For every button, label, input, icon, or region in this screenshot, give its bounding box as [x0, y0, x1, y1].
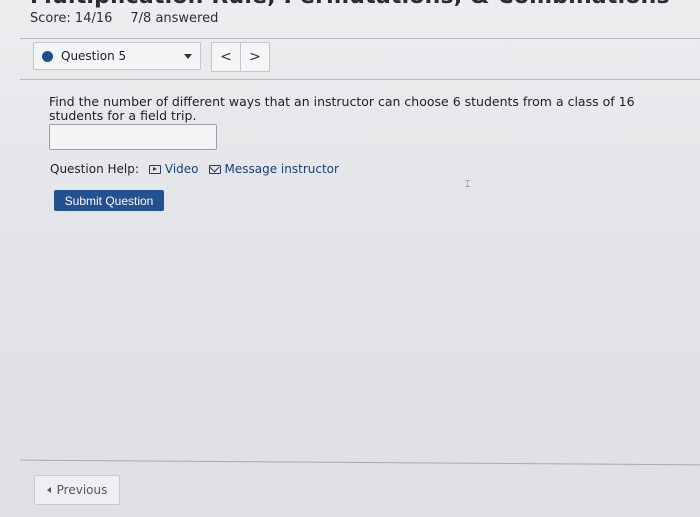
question-help-label: Question Help:	[50, 162, 139, 176]
video-link[interactable]: Video	[148, 162, 199, 176]
divider-question	[20, 79, 700, 80]
assignment-title: Multiplication Rule, Permutations, & Com…	[30, 0, 670, 9]
question-selector-label: Question 5	[61, 49, 127, 63]
caret-down-icon	[184, 54, 192, 59]
score-text: Score: 14/16	[30, 11, 113, 26]
divider-bottom	[20, 459, 700, 466]
message-instructor-link[interactable]: Message instructor	[208, 162, 339, 176]
question-help-row: Question Help: Video Message instructor	[50, 162, 349, 176]
question-nav-group: < >	[211, 42, 270, 72]
arrow-left-icon	[46, 487, 51, 493]
next-question-button[interactable]: >	[240, 43, 269, 71]
answer-input[interactable]	[49, 124, 217, 150]
previous-question-button[interactable]: <	[212, 43, 240, 71]
status-dot-icon	[42, 50, 53, 62]
message-instructor-label: Message instructor	[224, 162, 339, 176]
video-link-label: Video	[164, 162, 199, 176]
question-text: Find the number of different ways that a…	[49, 94, 635, 123]
question-selector[interactable]: Question 5	[33, 42, 201, 70]
answered-count: 7/8 answered	[130, 11, 219, 26]
previous-button-label: Previous	[56, 483, 108, 497]
mouse-cursor-icon: ⌶	[465, 180, 471, 190]
submit-question-button[interactable]: Submit Question	[54, 190, 164, 211]
envelope-icon	[208, 164, 221, 174]
video-play-icon	[148, 164, 161, 174]
previous-button[interactable]: Previous	[34, 475, 120, 505]
divider-top	[20, 38, 700, 39]
score-bar: Score: 14/16 7/8 answered	[30, 11, 218, 26]
